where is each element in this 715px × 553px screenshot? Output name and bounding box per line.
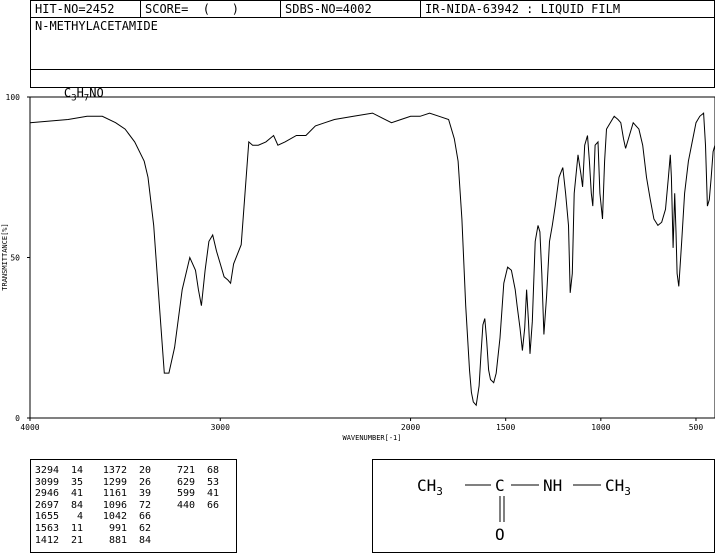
compound-name-box: N-METHYLACETAMIDE	[30, 17, 715, 70]
header-bar: HIT-NO=2452 SCORE= ( ) SDBS-NO=4002 IR-N…	[30, 0, 715, 18]
nh-label: NH	[543, 476, 562, 495]
peak-row: 991 62	[99, 523, 151, 535]
x-tick-label: 2000	[401, 423, 420, 432]
peak-wavenumber: 3099	[34, 476, 59, 488]
score: SCORE= ( )	[141, 1, 281, 18]
peak-row: 440 66	[167, 500, 219, 512]
peak-column-1: 3294 14 3099 35 2946 41 2697 84 1655 4 1563 11 1412 2…	[31, 465, 83, 546]
peak-row: 881 84	[99, 535, 151, 547]
peak-transmittance: 20	[138, 465, 151, 476]
spectrum-line	[29, 112, 715, 407]
peak-wavenumber: 1563	[34, 522, 59, 534]
peak-row: 1161 39	[99, 488, 151, 500]
methyl-right-label: CH3	[605, 476, 631, 498]
formula-box: C3H7NO	[30, 69, 715, 103]
peak-transmittance: 68	[206, 465, 219, 476]
peak-wavenumber: 1096	[102, 499, 127, 511]
peak-table: 3294 14 3099 35 2946 41 2697 84 1655 4 1563 11 1412 2…	[30, 459, 237, 553]
methyl-left-label: CH3	[417, 476, 443, 498]
peak-wavenumber: 1372	[102, 465, 127, 476]
peak-wavenumber: 2946	[34, 488, 59, 500]
y-tick-label: 50	[10, 254, 20, 263]
peak-row: 2946 41	[31, 488, 83, 500]
peak-wavenumber: 3294	[34, 465, 59, 476]
x-tick-label: 500	[689, 423, 704, 432]
x-tick-label: 3000	[211, 423, 230, 432]
peak-wavenumber: 599	[176, 488, 195, 500]
x-tick-label: 4000	[20, 423, 39, 432]
peak-transmittance: 35	[70, 476, 83, 488]
peak-wavenumber: 1042	[102, 511, 127, 523]
carbonyl-carbon-label: C	[495, 476, 505, 495]
peak-wavenumber: 881	[108, 534, 127, 546]
peak-column-3: 721 68 629 53 599 41 440 66	[167, 465, 219, 511]
peak-wavenumber: 1161	[102, 488, 127, 500]
compound-name: N-METHYLACETAMIDE	[35, 19, 158, 33]
peak-row: 629 53	[167, 477, 219, 489]
peak-row: 3294 14	[31, 465, 83, 477]
peak-row: 3099 35	[31, 477, 83, 489]
x-tick-label: 1000	[591, 423, 610, 432]
peak-row: 1372 20	[99, 465, 151, 477]
peak-wavenumber: 629	[176, 476, 195, 488]
peak-row: 1042 66	[99, 511, 151, 523]
x-tick-label: 1500	[496, 423, 515, 432]
peak-transmittance: 11	[70, 522, 83, 534]
peak-transmittance: 39	[138, 488, 151, 500]
ir-nida: IR-NIDA-63942 : LIQUID FILM	[425, 2, 621, 16]
peak-wavenumber: 991	[108, 522, 127, 534]
y-tick-label: 0	[15, 414, 20, 423]
peak-transmittance: 66	[206, 499, 219, 511]
peak-transmittance: 4	[76, 511, 83, 523]
peak-row: 1412 21	[31, 535, 83, 547]
peak-row: 599 41	[167, 488, 219, 500]
peak-wavenumber: 1299	[102, 476, 127, 488]
peak-row: 2697 84	[31, 500, 83, 512]
x-axis-label: WAVENUMBER[-1]	[342, 434, 401, 442]
peak-transmittance: 41	[70, 488, 83, 500]
peak-transmittance: 26	[138, 476, 151, 488]
molecular-structure: CH3 C NH CH3 O	[417, 476, 631, 544]
peak-transmittance: 66	[138, 511, 151, 523]
y-tick-label: 100	[6, 93, 21, 102]
plot-frame	[29, 96, 715, 419]
peak-row: 1655 4	[31, 511, 83, 523]
y-axis-label: TRANSMITTANCE[%]	[1, 223, 9, 290]
hit-no: HIT-NO=2452	[31, 1, 141, 18]
peak-transmittance: 84	[70, 499, 83, 511]
peak-column-2: 1372 20 1299 26 1161 39 1096 72 1042 66 991 62 881 84	[99, 465, 151, 546]
oxygen-label: O	[495, 525, 505, 544]
peak-row: 1096 72	[99, 500, 151, 512]
peak-row: 1299 26	[99, 477, 151, 489]
peak-row: 721 68	[167, 465, 219, 477]
x-axis-ticks: 4000 3000 2000 1500 1000 500	[20, 418, 703, 432]
peak-wavenumber: 1655	[34, 511, 59, 523]
peak-transmittance: 41	[206, 488, 219, 500]
peak-transmittance: 21	[70, 534, 83, 546]
peak-row: 1563 11	[31, 523, 83, 535]
sdbs-no: SDBS-NO=4002	[281, 1, 421, 18]
peak-transmittance: 14	[70, 465, 83, 476]
peak-wavenumber: 2697	[34, 499, 59, 511]
peak-transmittance: 84	[138, 534, 151, 546]
peak-transmittance: 62	[138, 522, 151, 534]
peak-wavenumber: 721	[176, 465, 195, 476]
peak-transmittance: 53	[206, 476, 219, 488]
peak-transmittance: 72	[138, 499, 151, 511]
peak-wavenumber: 1412	[34, 534, 59, 546]
y-axis-ticks: 0 50 100	[6, 93, 30, 423]
structure-box: CH3 C NH CH3 O	[372, 459, 715, 553]
peak-wavenumber: 440	[176, 499, 195, 511]
